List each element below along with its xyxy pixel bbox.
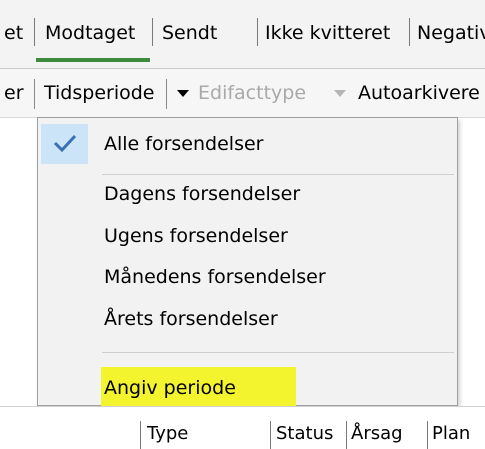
tab-partial-left[interactable]: et xyxy=(4,14,23,52)
tab-divider xyxy=(409,18,410,46)
time-period-menu: Alle forsendelser Dagens forsendelser Ug… xyxy=(37,117,458,409)
column-header-status[interactable]: Status xyxy=(276,419,333,449)
menu-separator xyxy=(102,352,454,353)
time-period-button[interactable]: Tidsperiode xyxy=(44,69,154,117)
chevron-down-icon xyxy=(334,90,346,97)
tab-divider xyxy=(257,18,258,46)
tab-divider xyxy=(34,18,35,46)
auto-archive-button[interactable]: Autoarkivere xyxy=(358,69,480,117)
menu-item-month[interactable]: Månedens forsendelser xyxy=(104,262,326,292)
column-header-type[interactable]: Type xyxy=(147,419,188,449)
tab-received[interactable]: Modtaget xyxy=(45,14,135,52)
column-divider xyxy=(346,421,347,449)
tab-negative[interactable]: Negativ xyxy=(417,14,485,52)
column-divider xyxy=(270,421,271,449)
checked-indicator xyxy=(41,124,88,164)
toolbar-divider xyxy=(34,79,35,109)
column-header-reason[interactable]: Årsag xyxy=(351,419,403,449)
edifact-type-button[interactable]: Edifacttype xyxy=(198,69,306,117)
column-divider xyxy=(427,421,428,449)
toolbar: er Tidsperiode Edifacttype Autoarkivere xyxy=(0,69,485,118)
toolbar-divider xyxy=(166,79,167,109)
column-header-plan[interactable]: Plan xyxy=(432,419,470,449)
tab-not-acknowledged[interactable]: Ikke kvitteret xyxy=(265,14,390,52)
menu-item-year[interactable]: Årets forsendelser xyxy=(104,304,278,334)
menu-item-today[interactable]: Dagens forsendelser xyxy=(104,179,300,209)
menu-item-all[interactable]: Alle forsendelser xyxy=(104,129,263,159)
toolbar-partial-left[interactable]: er xyxy=(4,69,24,117)
menu-item-week[interactable]: Ugens forsendelser xyxy=(104,221,288,251)
grid-header: Type Status Årsag Plan xyxy=(0,406,485,449)
menu-item-specify-period[interactable]: Angiv periode xyxy=(104,373,236,403)
tab-sent[interactable]: Sendt xyxy=(162,14,217,52)
active-tab-indicator xyxy=(36,58,150,62)
column-divider xyxy=(140,421,141,449)
check-icon xyxy=(53,134,77,153)
tab-divider xyxy=(152,18,153,46)
menu-separator xyxy=(102,174,454,175)
tab-strip: et Modtaget Sendt Ikke kvitteret Negativ xyxy=(0,0,485,69)
chevron-down-icon[interactable] xyxy=(177,90,189,97)
